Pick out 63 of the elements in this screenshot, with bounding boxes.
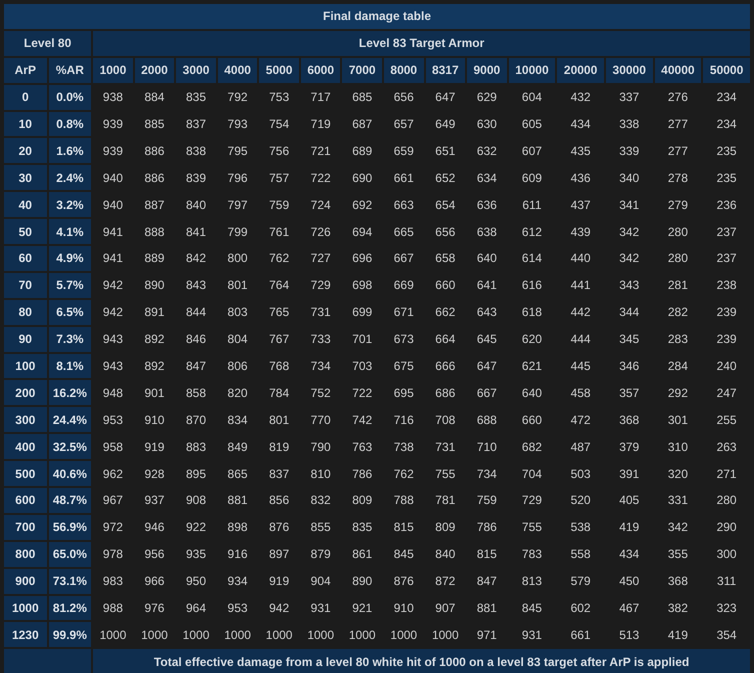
row-header: 4.9% (48, 246, 92, 271)
row-header: 24.4% (48, 407, 92, 432)
column-header: 30000 (606, 58, 653, 83)
row-header: 0.8% (48, 112, 92, 136)
row-header: 1000 (4, 596, 47, 620)
row-header: 800 (4, 542, 47, 567)
row-header: 30 (4, 165, 47, 190)
column-header: %AR (48, 58, 92, 83)
row-header: 65.0% (48, 542, 92, 567)
row-header: 1.6% (48, 138, 92, 164)
column-header: 8317 (426, 58, 466, 83)
row-header: 6.5% (48, 300, 92, 325)
row-header: 500 (4, 461, 47, 486)
row-header: 16.2% (48, 380, 92, 406)
row-header: 99.9% (48, 622, 92, 648)
row-header: 56.9% (48, 514, 92, 540)
row-header: 70 (4, 272, 47, 298)
row-header: 50 (4, 219, 47, 244)
column-header: 5000 (259, 58, 299, 83)
row-header: 8.1% (48, 354, 92, 378)
column-header: 20000 (557, 58, 604, 83)
row-header: 10 (4, 112, 47, 136)
row-header: 400 (4, 434, 47, 460)
row-header: 60 (4, 246, 47, 271)
row-header: 4.1% (48, 219, 92, 244)
column-header: 50000 (703, 58, 750, 83)
row-header: 40 (4, 192, 47, 218)
row-header: 80 (4, 300, 47, 325)
column-header: 2000 (134, 58, 174, 83)
column-header: 10000 (508, 58, 556, 83)
column-header: 40000 (654, 58, 702, 83)
row-header: 700 (4, 514, 47, 540)
row-header: 3.2% (48, 192, 92, 218)
row-header: 20 (4, 138, 47, 164)
column-header: 8000 (384, 58, 424, 83)
row-header: 5.7% (48, 272, 92, 298)
group-header: Level 80 (4, 30, 92, 56)
group-header: Level 83 Target Armor (93, 30, 750, 56)
row-header: 300 (4, 407, 47, 432)
column-header: 3000 (176, 58, 216, 83)
column-header: ArP (4, 58, 47, 83)
row-header: 90 (4, 326, 47, 352)
column-header: 9000 (467, 58, 507, 83)
row-header: 0 (4, 84, 47, 110)
column-header: 1000 (93, 58, 133, 83)
row-header: 0.0% (48, 84, 92, 110)
row-header: 900 (4, 568, 47, 594)
row-header: 73.1% (48, 568, 92, 594)
row-header: 1230 (4, 622, 47, 648)
row-header: 100 (4, 354, 47, 378)
row-header: 7.3% (48, 326, 92, 352)
row-header: 2.4% (48, 165, 92, 190)
table-caption: Total effective damage from a level 80 white hit of 1000 on a level 83 target after ArP is applied (93, 649, 750, 673)
row-header: 40.6% (48, 461, 92, 486)
row-header: 48.7% (48, 488, 92, 513)
column-header: 4000 (218, 58, 258, 83)
row-header: 81.2% (48, 596, 92, 620)
column-header: 6000 (300, 58, 340, 83)
column-header: 7000 (342, 58, 382, 83)
row-header: 600 (4, 488, 47, 513)
table-title: Final damage table (4, 4, 750, 29)
row-header: 32.5% (48, 434, 92, 460)
row-header: 200 (4, 380, 47, 406)
